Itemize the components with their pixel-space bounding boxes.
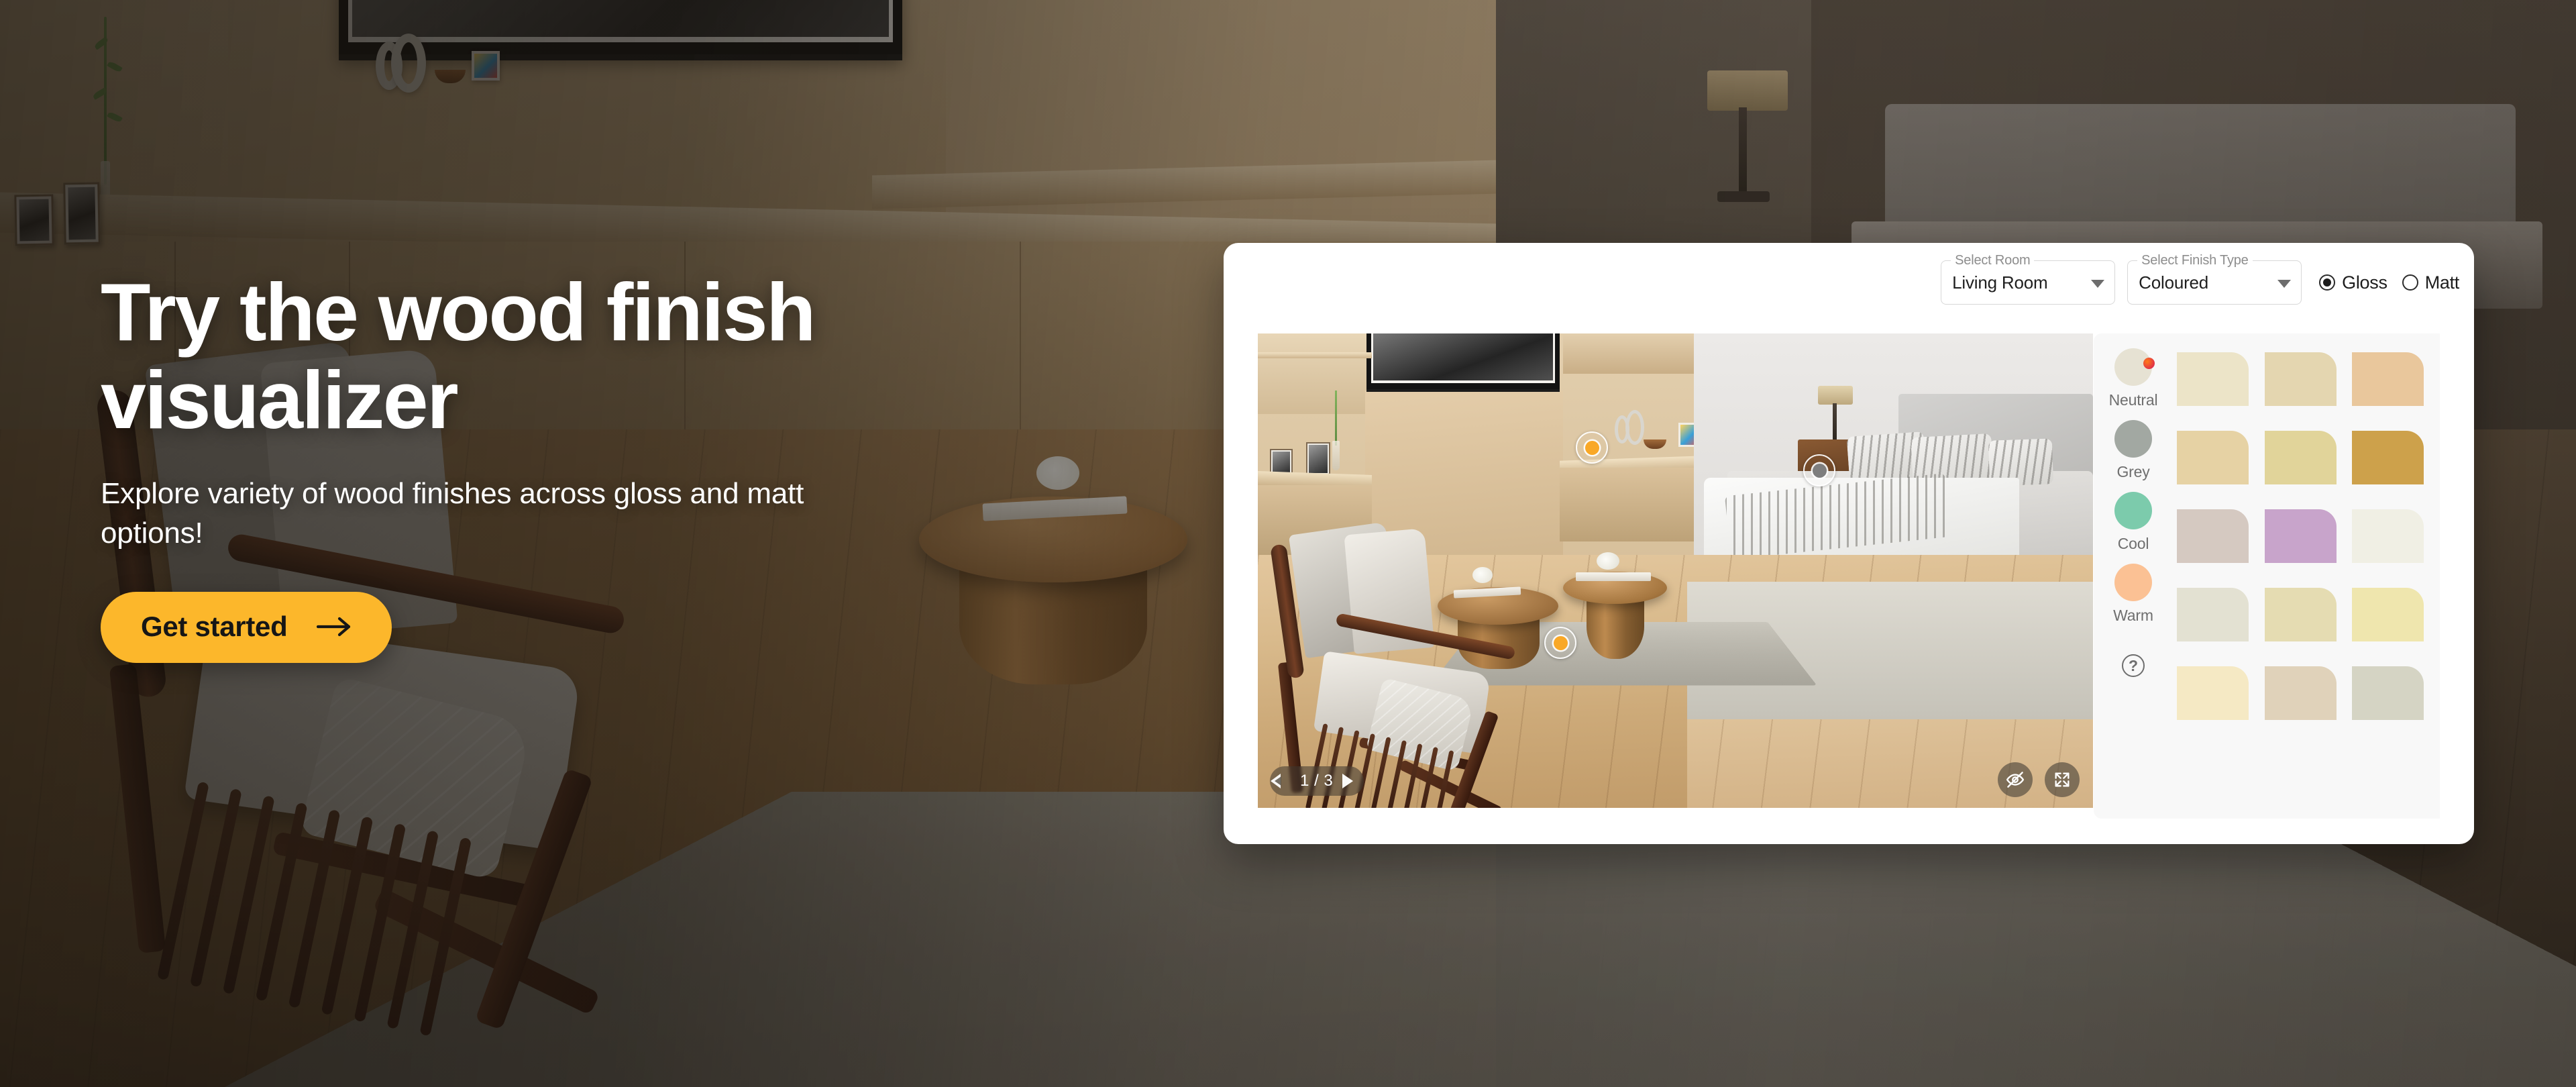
expand-arrows-icon bbox=[2055, 772, 2070, 787]
radio-gloss[interactable]: Gloss bbox=[2319, 272, 2387, 293]
select-finish-type-legend: Select Finish Type bbox=[2137, 253, 2253, 268]
hero-copy-block: Try the wood finish visualizer Explore v… bbox=[101, 266, 1174, 664]
color-swatch[interactable] bbox=[2352, 431, 2424, 484]
category-warm[interactable]: Warm bbox=[2094, 564, 2173, 625]
color-palette-panel: Neutral Grey Cool Warm ? bbox=[2094, 333, 2440, 819]
color-swatch[interactable] bbox=[2177, 431, 2249, 484]
eye-off-icon bbox=[2006, 772, 2025, 788]
get-started-button[interactable]: Get started bbox=[101, 592, 392, 664]
category-neutral-label: Neutral bbox=[2108, 391, 2158, 409]
next-image-button[interactable] bbox=[1342, 774, 1354, 788]
category-warm-swatch bbox=[2114, 564, 2152, 601]
image-nav-pill: 1 / 3 bbox=[1270, 766, 1364, 796]
category-grey-label: Grey bbox=[2116, 463, 2150, 480]
category-grey-swatch bbox=[2114, 420, 2152, 458]
color-swatch[interactable] bbox=[2352, 352, 2424, 406]
page-title: Try the wood finish visualizer bbox=[101, 266, 816, 446]
radio-matt-label: Matt bbox=[2424, 272, 2460, 293]
category-warm-label: Warm bbox=[2113, 607, 2153, 624]
color-category-rail: Neutral Grey Cool Warm ? bbox=[2094, 333, 2173, 819]
category-cool-label: Cool bbox=[2117, 535, 2149, 552]
radio-dot-icon bbox=[2402, 274, 2418, 291]
select-room-value: Living Room bbox=[1952, 272, 2048, 293]
hotspot-floor[interactable] bbox=[1544, 627, 1576, 659]
color-swatch[interactable] bbox=[2352, 509, 2424, 563]
prev-image-button[interactable] bbox=[1271, 774, 1291, 788]
hotspot-sideboard[interactable] bbox=[1803, 454, 1835, 486]
radio-gloss-label: Gloss bbox=[2342, 272, 2387, 293]
radio-dot-icon bbox=[2319, 274, 2336, 291]
color-swatch[interactable] bbox=[2264, 509, 2337, 563]
category-selected-pip-icon bbox=[2143, 358, 2155, 369]
fullscreen-button[interactable] bbox=[2045, 762, 2080, 797]
color-swatch[interactable] bbox=[2177, 666, 2249, 720]
wood-finish-visualizer-card: Select Room Living Room Select Finish Ty… bbox=[1224, 243, 2474, 844]
room-render-image bbox=[1258, 333, 2093, 808]
hero-subtitle: Explore variety of wood finishes across … bbox=[101, 477, 804, 550]
image-counter: 1 / 3 bbox=[1300, 772, 1334, 790]
radio-matt[interactable]: Matt bbox=[2402, 272, 2459, 293]
chevron-down-icon bbox=[2091, 280, 2105, 288]
category-cool-swatch bbox=[2114, 492, 2152, 529]
color-swatch-grid bbox=[2173, 333, 2440, 819]
category-grey[interactable]: Grey bbox=[2094, 420, 2173, 481]
select-finish-type-dropdown[interactable]: Select Finish Type Coloured bbox=[2127, 253, 2302, 305]
hide-hotspots-button[interactable] bbox=[1998, 762, 2033, 797]
color-swatch[interactable] bbox=[2264, 588, 2337, 641]
category-neutral-swatch bbox=[2114, 348, 2155, 386]
category-neutral[interactable]: Neutral bbox=[2094, 348, 2173, 409]
select-room-legend: Select Room bbox=[1951, 253, 2035, 268]
color-swatch[interactable] bbox=[2352, 666, 2424, 720]
color-swatch[interactable] bbox=[2177, 509, 2249, 563]
color-swatch[interactable] bbox=[2177, 352, 2249, 406]
color-swatch[interactable] bbox=[2264, 431, 2337, 484]
color-swatch[interactable] bbox=[2264, 666, 2337, 720]
select-room-dropdown[interactable]: Select Room Living Room bbox=[1941, 253, 2116, 305]
get-started-label: Get started bbox=[141, 611, 288, 643]
arrow-right-icon bbox=[317, 617, 351, 637]
category-cool[interactable]: Cool bbox=[2094, 492, 2173, 553]
viewer-actions bbox=[1998, 762, 2080, 797]
help-icon-label: ? bbox=[2128, 656, 2139, 674]
color-swatch[interactable] bbox=[2264, 352, 2337, 406]
select-finish-type-value: Coloured bbox=[2139, 272, 2209, 293]
room-image-viewer[interactable]: 1 / 3 bbox=[1258, 333, 2093, 808]
visualizer-toolbar: Select Room Living Room Select Finish Ty… bbox=[1941, 253, 2459, 305]
help-circle-icon[interactable]: ? bbox=[2122, 654, 2145, 677]
color-swatch[interactable] bbox=[2177, 588, 2249, 641]
chevron-down-icon bbox=[2277, 280, 2292, 288]
color-swatch[interactable] bbox=[2352, 588, 2424, 641]
hotspot-wall[interactable] bbox=[1576, 431, 1608, 464]
finish-mode-radio-group: Gloss Matt bbox=[2319, 272, 2459, 293]
